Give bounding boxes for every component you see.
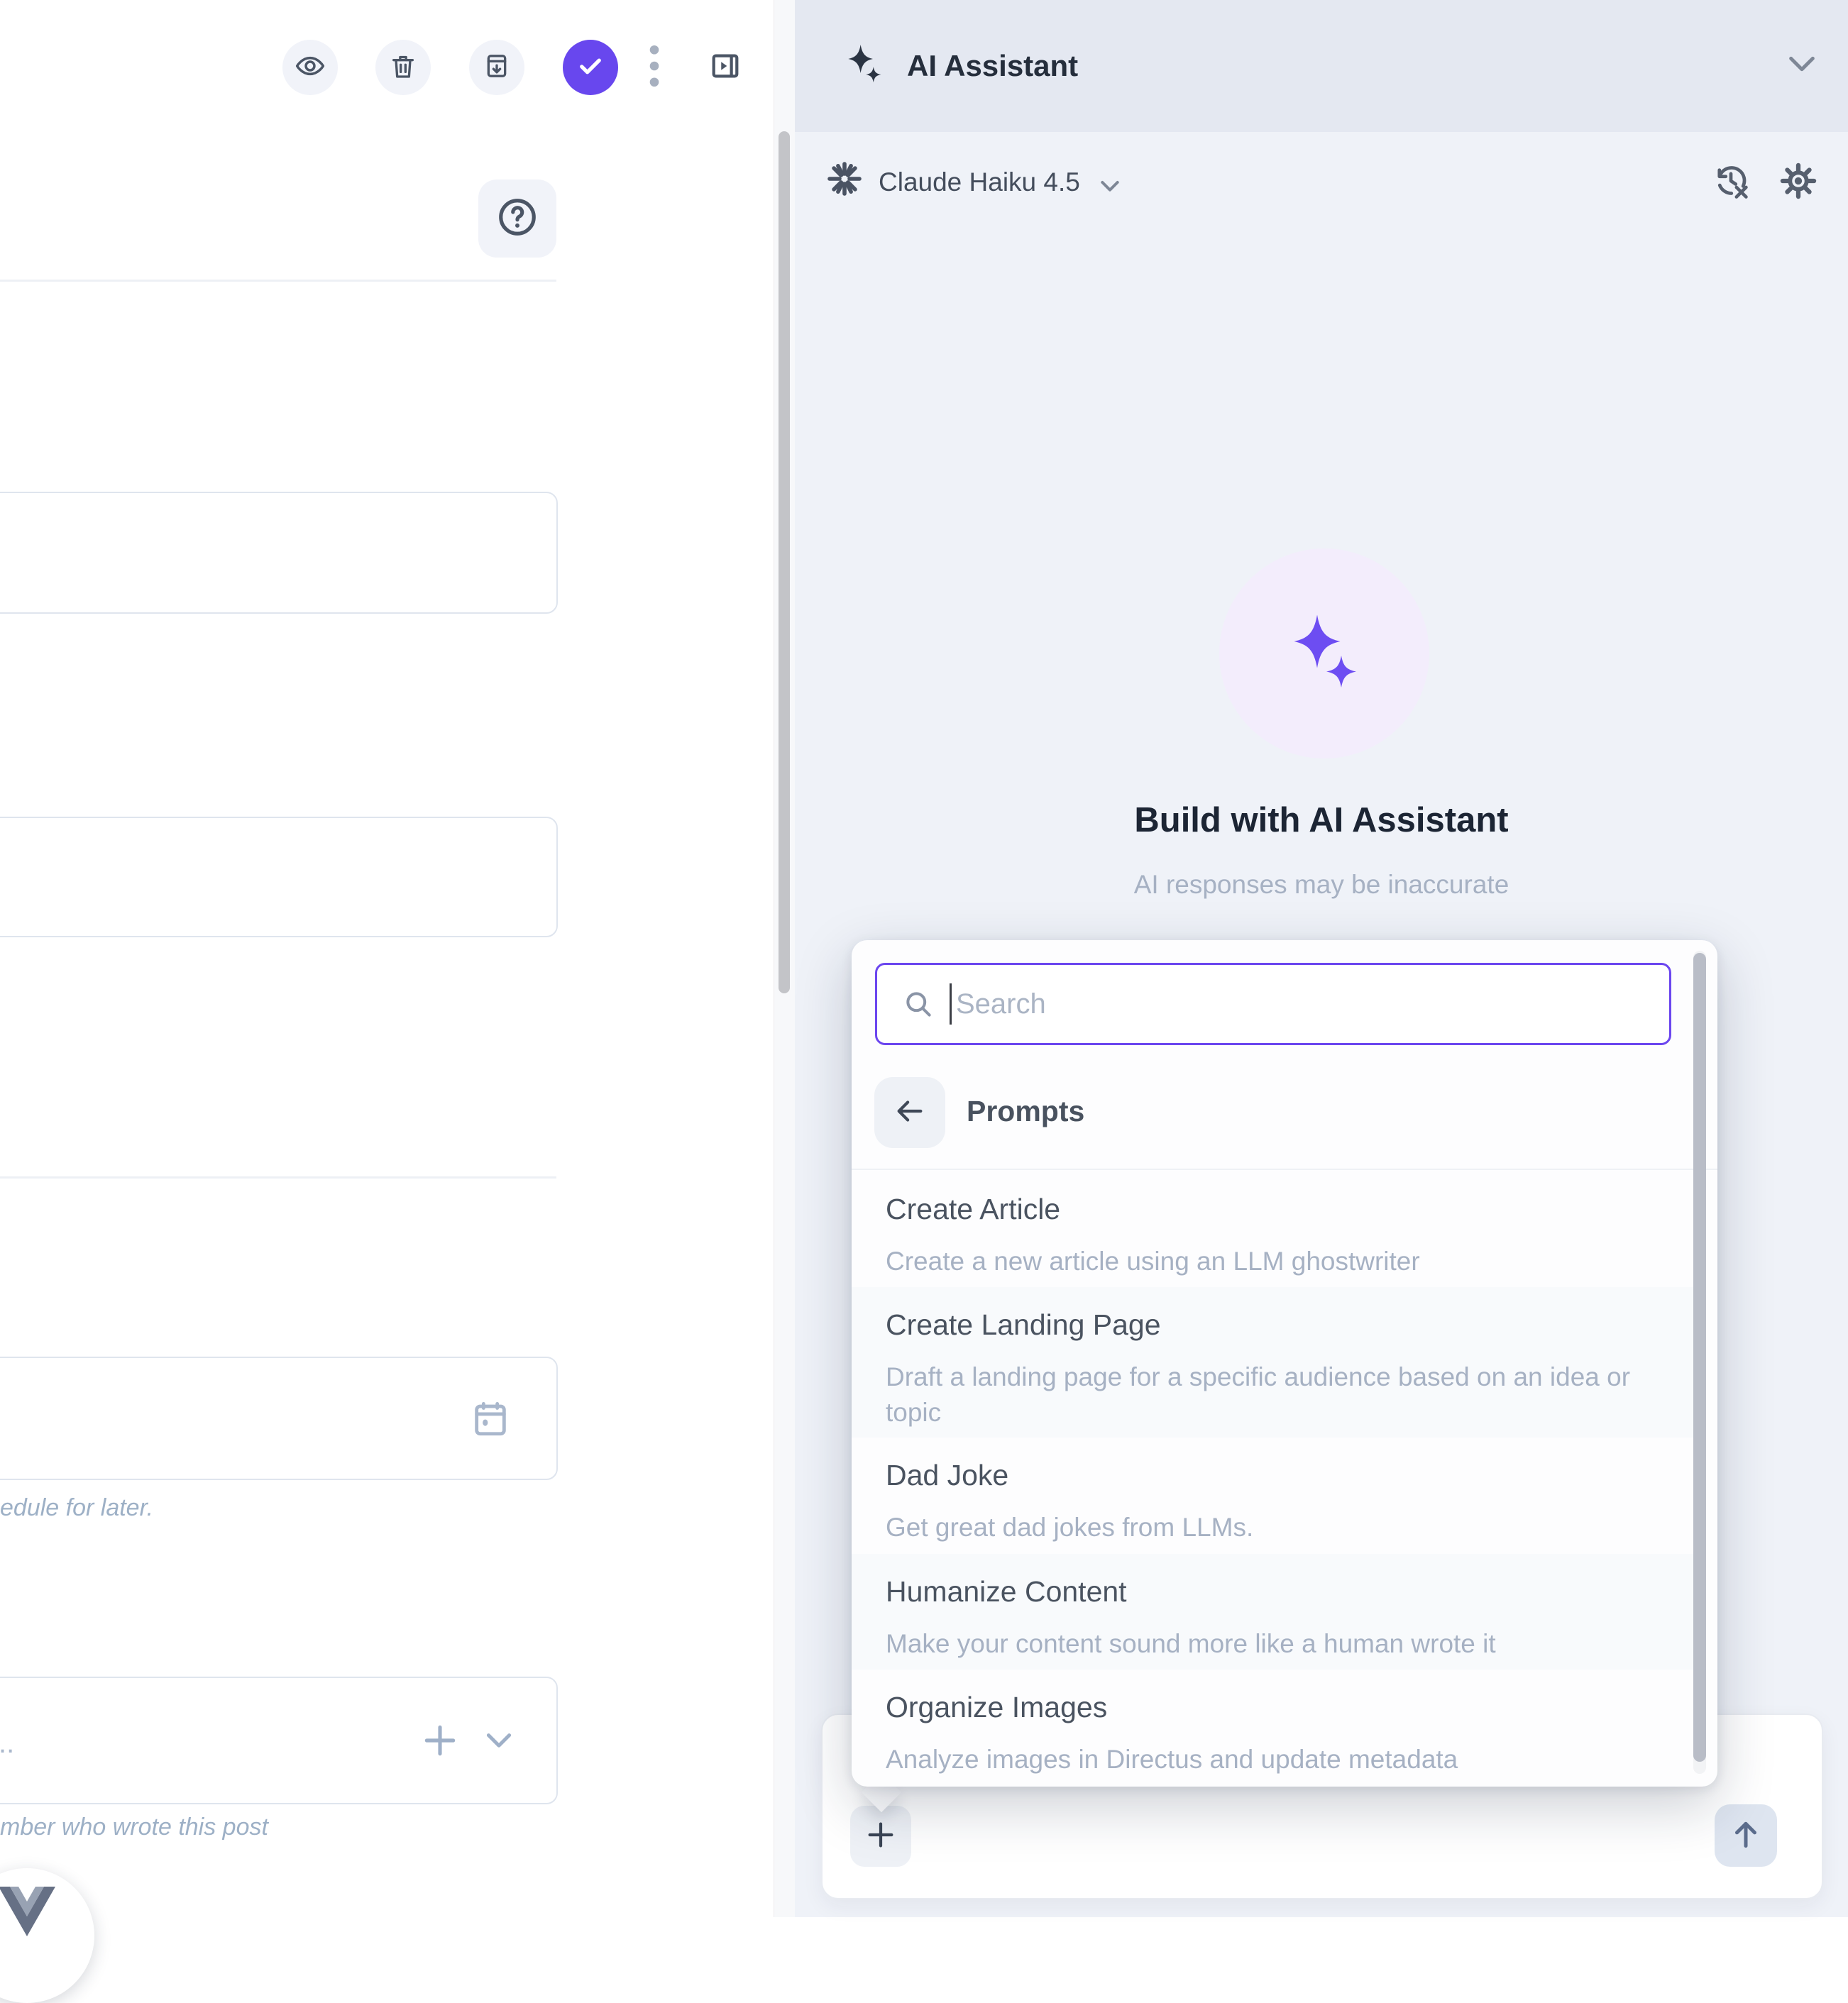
back-button[interactable] <box>874 1077 945 1148</box>
search-input[interactable] <box>955 988 1669 1021</box>
trash-icon <box>389 52 417 84</box>
author-field[interactable]: .. <box>0 1677 558 1804</box>
prompt-title: Dad Joke <box>886 1459 1008 1492</box>
text-field[interactable] <box>0 492 558 614</box>
ai-empty-state-badge <box>1219 548 1429 758</box>
anthropic-starburst-icon <box>825 159 864 202</box>
chevron-down-icon[interactable] <box>481 1729 517 1757</box>
sparkles-icon <box>1282 609 1367 698</box>
ai-empty-state-subtitle: AI responses may be inaccurate <box>795 870 1848 900</box>
prompt-description: Make your content sound more like a huma… <box>886 1626 1666 1662</box>
ai-assistant-header[interactable]: AI Assistant <box>795 0 1848 132</box>
prompt-item[interactable]: Humanize Content Make your content sound… <box>852 1554 1693 1670</box>
prompt-description: Analyze images in Directus and update me… <box>886 1742 1666 1777</box>
prompts-popup: Prompts Create Article Create a new arti… <box>852 940 1717 1787</box>
prompt-title: Create Article <box>886 1193 1060 1226</box>
prompt-title: Organize Images <box>886 1691 1107 1724</box>
text-caret <box>950 983 952 1025</box>
preview-button[interactable] <box>282 40 338 95</box>
panel-toggle-icon <box>709 50 742 86</box>
prompt-item[interactable]: Dad Joke Get great dad jokes from LLMs. <box>852 1438 1693 1554</box>
calendar-icon[interactable] <box>470 1398 511 1442</box>
question-circle-icon <box>495 195 539 243</box>
text-field[interactable] <box>0 817 558 937</box>
model-row: Claude Haiku 4.5 <box>795 132 1848 238</box>
ai-assistant-title: AI Assistant <box>907 49 1078 83</box>
prompt-search[interactable] <box>875 963 1671 1045</box>
search-icon <box>903 988 934 1020</box>
prompt-item[interactable]: Organize Images Analyze images in Direct… <box>852 1670 1693 1787</box>
ai-assistant-panel: AI Assistant Claude Haiku 4.5 <box>795 0 1848 1917</box>
eye-icon <box>295 51 325 84</box>
plus-icon <box>864 1819 897 1855</box>
chevron-down-icon[interactable] <box>1786 54 1818 79</box>
clear-history-button[interactable] <box>1712 162 1750 204</box>
v-logo-icon <box>0 1887 55 2003</box>
author-field-value: .. <box>0 1728 14 1760</box>
publish-date-field[interactable] <box>0 1357 558 1480</box>
ai-empty-state-title: Build with AI Assistant <box>795 800 1848 840</box>
prompt-description: Create a new article using an LLM ghostw… <box>886 1244 1666 1279</box>
chevron-down-icon[interactable] <box>1099 179 1121 198</box>
app-logo <box>0 1868 94 2003</box>
section-divider <box>0 1176 556 1179</box>
vertical-scrollbar[interactable] <box>779 131 790 993</box>
toggle-sidebar-button[interactable] <box>706 40 744 95</box>
prompt-title: Humanize Content <box>886 1575 1127 1609</box>
model-selector[interactable]: Claude Haiku 4.5 <box>879 167 1080 197</box>
kebab-dots-icon <box>649 45 659 91</box>
save-button[interactable] <box>563 40 618 95</box>
delete-button[interactable] <box>375 40 431 95</box>
prompt-item[interactable]: Create Article Create a new article usin… <box>852 1170 1693 1287</box>
sparkles-icon <box>842 42 887 91</box>
archive-button[interactable] <box>469 40 524 95</box>
send-button[interactable] <box>1715 1804 1777 1867</box>
prompt-title: Create Landing Page <box>886 1308 1161 1342</box>
gear-icon[interactable] <box>1779 162 1817 204</box>
prompt-description: Draft a landing page for a specific audi… <box>886 1359 1666 1430</box>
arrow-left-icon <box>893 1095 926 1131</box>
help-button[interactable] <box>478 180 556 258</box>
schedule-note: edule for later. <box>0 1494 153 1522</box>
attach-button[interactable] <box>850 1806 911 1867</box>
more-options-button[interactable] <box>639 40 670 95</box>
prompt-item[interactable]: Create Landing Page Draft a landing page… <box>852 1287 1693 1438</box>
prompts-header: Prompts <box>967 1095 1084 1128</box>
prompt-description: Get great dad jokes from LLMs. <box>886 1510 1666 1545</box>
arrow-up-icon <box>1728 1816 1764 1855</box>
check-icon <box>576 51 605 84</box>
popup-scrollbar[interactable] <box>1693 953 1706 1762</box>
section-divider <box>0 280 556 282</box>
plus-icon[interactable] <box>420 1721 460 1764</box>
editor-panel: edule for later. .. mber who wrote this … <box>0 0 774 1917</box>
archive-icon <box>483 52 511 84</box>
author-note: mber who wrote this post <box>0 1814 268 1841</box>
